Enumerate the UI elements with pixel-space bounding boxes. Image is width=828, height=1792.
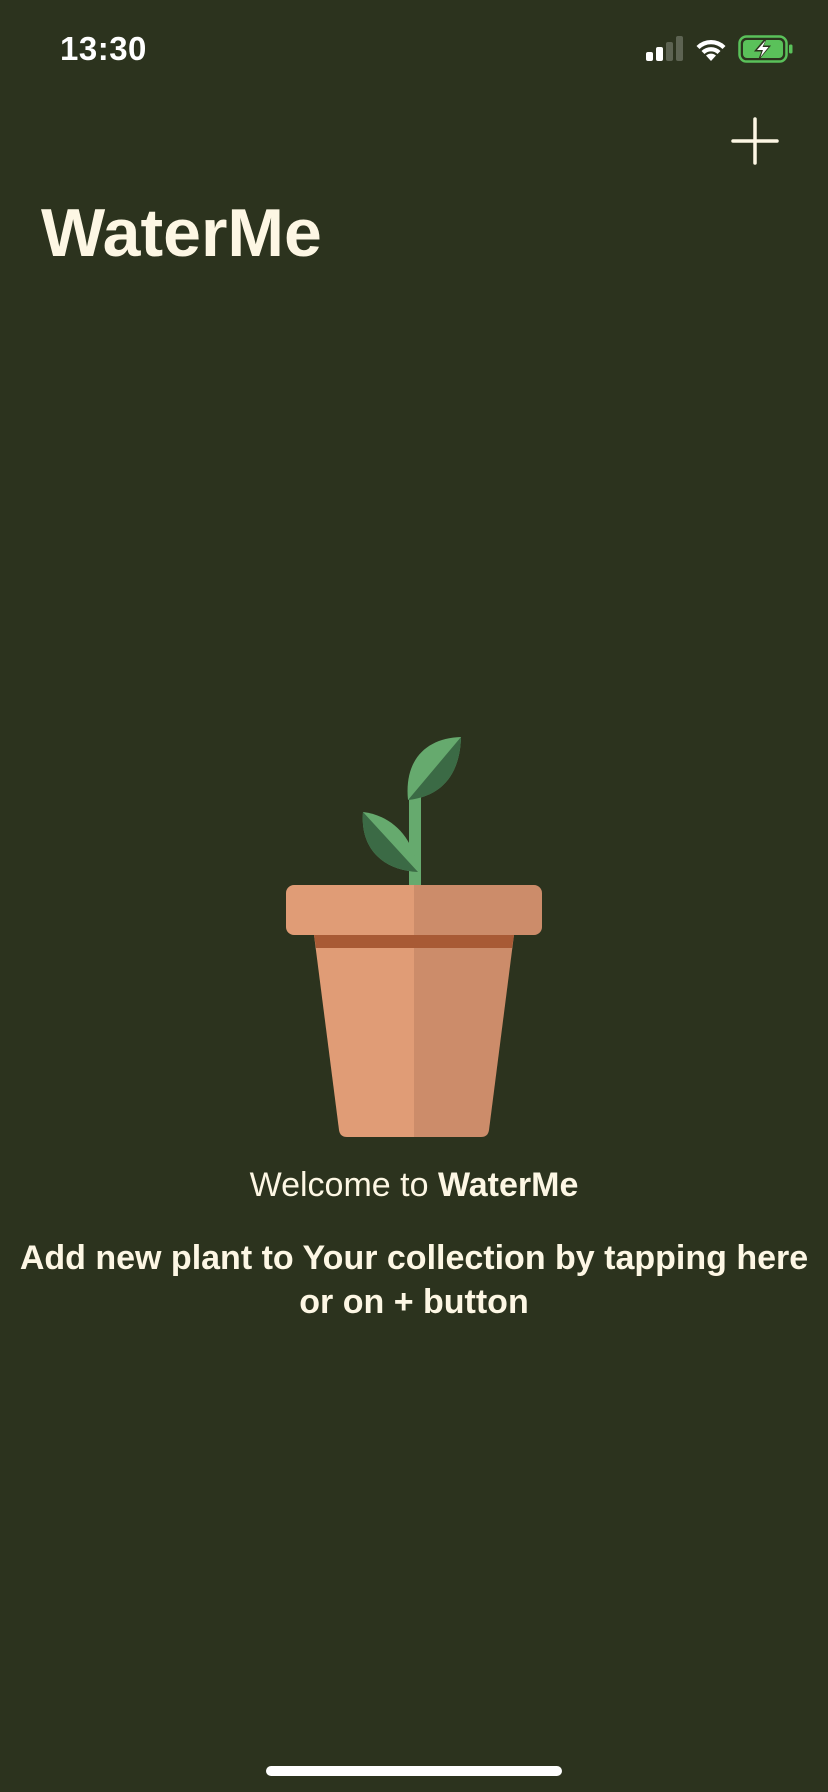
battery-charging-icon	[738, 35, 793, 63]
plus-icon	[731, 117, 779, 165]
welcome-app-name: WaterMe	[437, 1166, 579, 1204]
add-plant-hint: Add new plant to Your collection by tapp…	[19, 1239, 809, 1321]
page-title: WaterMe	[41, 195, 322, 271]
status-icons	[646, 34, 794, 64]
status-time: 13:30	[60, 30, 147, 67]
status-bar: 13:30	[0, 0, 828, 100]
home-indicator[interactable]	[266, 1766, 562, 1776]
wifi-icon	[696, 39, 726, 61]
add-plant-button[interactable]	[730, 116, 780, 166]
welcome-message: Welcome to WaterMe	[0, 1166, 828, 1205]
potted-plant-icon	[286, 737, 542, 1137]
welcome-prefix: Welcome to	[249, 1166, 438, 1204]
cellular-signal-icon	[646, 36, 683, 61]
